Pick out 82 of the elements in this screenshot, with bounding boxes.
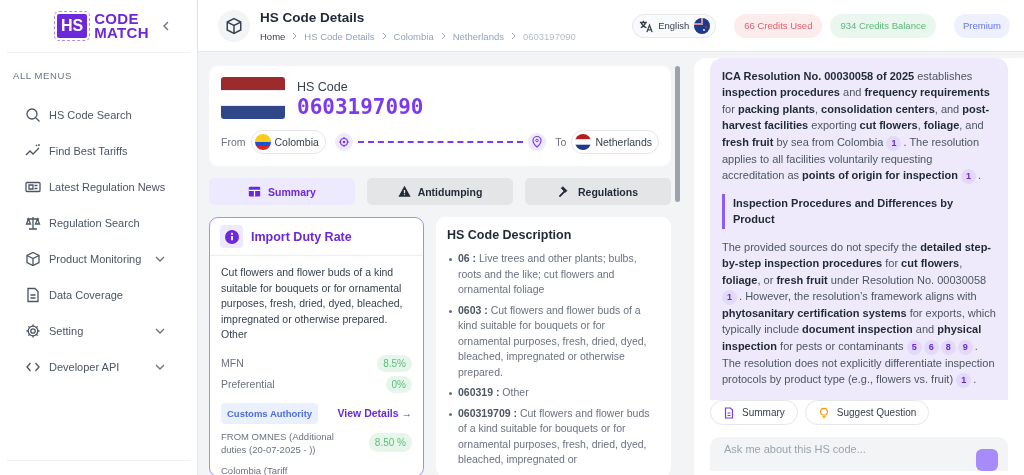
description-item: 06 : Live trees and other plants; bulbs, roots and the like; cut flowers and ornamental foliage bbox=[458, 251, 638, 297]
table-icon bbox=[248, 185, 262, 198]
card-title: HS Code Description bbox=[447, 228, 573, 242]
sidebar-item[interactable]: Developer API bbox=[0, 349, 197, 385]
send-button[interactable] bbox=[976, 449, 998, 472]
newspaper-icon bbox=[25, 179, 41, 195]
cube-icon bbox=[218, 9, 250, 42]
rate-value: 0% bbox=[385, 375, 412, 393]
citation-badge[interactable]: 9 bbox=[957, 339, 973, 355]
lightbulb-icon bbox=[817, 406, 830, 419]
sidebar-item[interactable]: Data Coverage bbox=[0, 277, 197, 313]
citation-badge[interactable]: 1 bbox=[961, 169, 976, 185]
language-button[interactable]: English bbox=[632, 13, 717, 38]
authority-tag: Customs Authority bbox=[221, 402, 319, 424]
description-item: 060319709 : Cut flowers and flower buds of a kind suitable for bouquets or for ornamental purposes, fresh, dried, dyed, bleached, impregnated or bbox=[458, 405, 651, 467]
tab[interactable]: Regulations bbox=[525, 178, 671, 205]
section-label: ALL MENUS bbox=[12, 69, 73, 81]
flag-picture bbox=[221, 77, 285, 119]
sidebar-item[interactable]: Regulation Search bbox=[0, 205, 197, 241]
bullet-icon bbox=[449, 412, 452, 416]
page-title: HS Code Details bbox=[260, 9, 366, 25]
credits-balance-badge: 934 Credits Balance bbox=[830, 13, 936, 38]
view-details-link[interactable]: View Details → bbox=[337, 407, 412, 419]
citation-badge[interactable]: 6 bbox=[923, 339, 939, 355]
tab[interactable]: Antidumping bbox=[367, 178, 513, 205]
to-label: To bbox=[555, 136, 567, 148]
rate-label: Colombia (Tariff bbox=[221, 463, 289, 475]
from-label: From bbox=[221, 136, 246, 148]
warning-icon bbox=[397, 185, 411, 198]
field-label: HS Code bbox=[297, 80, 349, 94]
sidebar-item[interactable]: Setting bbox=[0, 313, 197, 349]
scrollbar-thumb[interactable] bbox=[675, 66, 680, 202]
question-field[interactable]: Ask me about this HS code... bbox=[710, 437, 1008, 472]
document-icon bbox=[25, 287, 41, 303]
breadcrumb-link[interactable]: Home bbox=[260, 30, 286, 42]
sidebar-item[interactable]: Latest Regulation News bbox=[0, 169, 197, 205]
action-button[interactable]: Summary bbox=[710, 400, 798, 426]
info-icon bbox=[220, 225, 243, 248]
rate-label: MFN bbox=[221, 357, 244, 369]
sidebar-item[interactable]: HS Code Search bbox=[0, 97, 197, 133]
scale-icon bbox=[25, 215, 41, 231]
bullet-icon bbox=[449, 309, 452, 313]
rate-value: 8.50 % bbox=[368, 433, 412, 452]
bullet-icon bbox=[449, 392, 452, 395]
flag-icon bbox=[254, 134, 271, 150]
action-button[interactable]: Suggest Question bbox=[804, 400, 930, 426]
citation-badge[interactable]: 1 bbox=[956, 373, 972, 389]
rate-label: FROM OMNES (Additional duties (20-07-2025 - )) bbox=[221, 429, 335, 456]
citation-badge[interactable]: 8 bbox=[940, 339, 956, 355]
chevron-right-icon bbox=[292, 32, 298, 40]
cube-icon bbox=[25, 251, 41, 267]
sidebar-item[interactable]: Product Monitoring bbox=[0, 241, 197, 277]
citation-badge[interactable]: 1 bbox=[886, 135, 902, 151]
hs-code: 0603197090 bbox=[297, 95, 424, 119]
flag-icon bbox=[575, 134, 592, 150]
settings-icon bbox=[25, 323, 41, 339]
flag-icon bbox=[694, 17, 711, 34]
collapse-icon[interactable] bbox=[162, 21, 170, 31]
description-item: 060319 : Other bbox=[458, 385, 529, 400]
bullet-icon bbox=[449, 258, 452, 261]
document-icon bbox=[723, 406, 735, 419]
chevron-right-icon bbox=[440, 32, 446, 40]
rate-value: 8.5% bbox=[377, 354, 412, 372]
answer-paragraph: The provided sources do not specify the detailed step-by-step inspection procedures for cut flowers, foliage, or fresh fruit under Resolution No. 00030058 1 . However, the resolution’s framework aligns with phytosanitary certification systems for exports, which typically include document inspection and physical inspection for pests or contaminants 5 6 8 9 . The resolution does not explicitly differentiate inspection protocols by product type (e.g., flowers vs. fruit) 1 . bbox=[722, 238, 996, 389]
section-heading: Inspection Procedures and Differences by Product bbox=[722, 194, 996, 229]
tab[interactable]: Summary bbox=[209, 178, 355, 205]
answer-paragraph: ICA Resolution No. 00030058 of 2025 establishes inspection procedures and frequency requirements for packing plants, consolidation centers, and post-harvest facilities exporting cut flowers, foliage, and fresh fruit by sea from Colombia 1 . The resolution applies to all facilities voluntarily requesting accreditation as points of origin for inspection 1 . bbox=[722, 68, 996, 185]
credits-used-badge: 66 Credits Used bbox=[734, 13, 823, 38]
citation-badge[interactable]: 1 bbox=[722, 290, 737, 306]
card-title: Import Duty Rate bbox=[251, 229, 352, 244]
sidebar-item[interactable]: Find Best Tariffs bbox=[0, 133, 197, 169]
rate-label: Preferential bbox=[221, 378, 275, 390]
plan-button[interactable]: Premium bbox=[954, 13, 1010, 38]
description-item: 0603 : Cut flowers and flower buds of a kind suitable for bouquets or for ornamental purposes, fresh, dried, dyed, bleached, impregnated or otherwise prepared. bbox=[458, 302, 648, 380]
chevron-right-icon bbox=[381, 32, 387, 40]
chevron-right-icon bbox=[510, 32, 516, 40]
translate-icon bbox=[639, 18, 654, 33]
search-icon bbox=[25, 107, 41, 123]
pin-icon bbox=[528, 133, 547, 151]
product-description: Cut flowers and flower buds of a kind suitable for bouquets or for ornamental purposes, fresh, dried, dyed, bleached, impregnated or otherwise prepared. Other bbox=[221, 265, 404, 342]
citation-badge[interactable]: 5 bbox=[906, 339, 922, 355]
target-icon bbox=[334, 133, 353, 151]
